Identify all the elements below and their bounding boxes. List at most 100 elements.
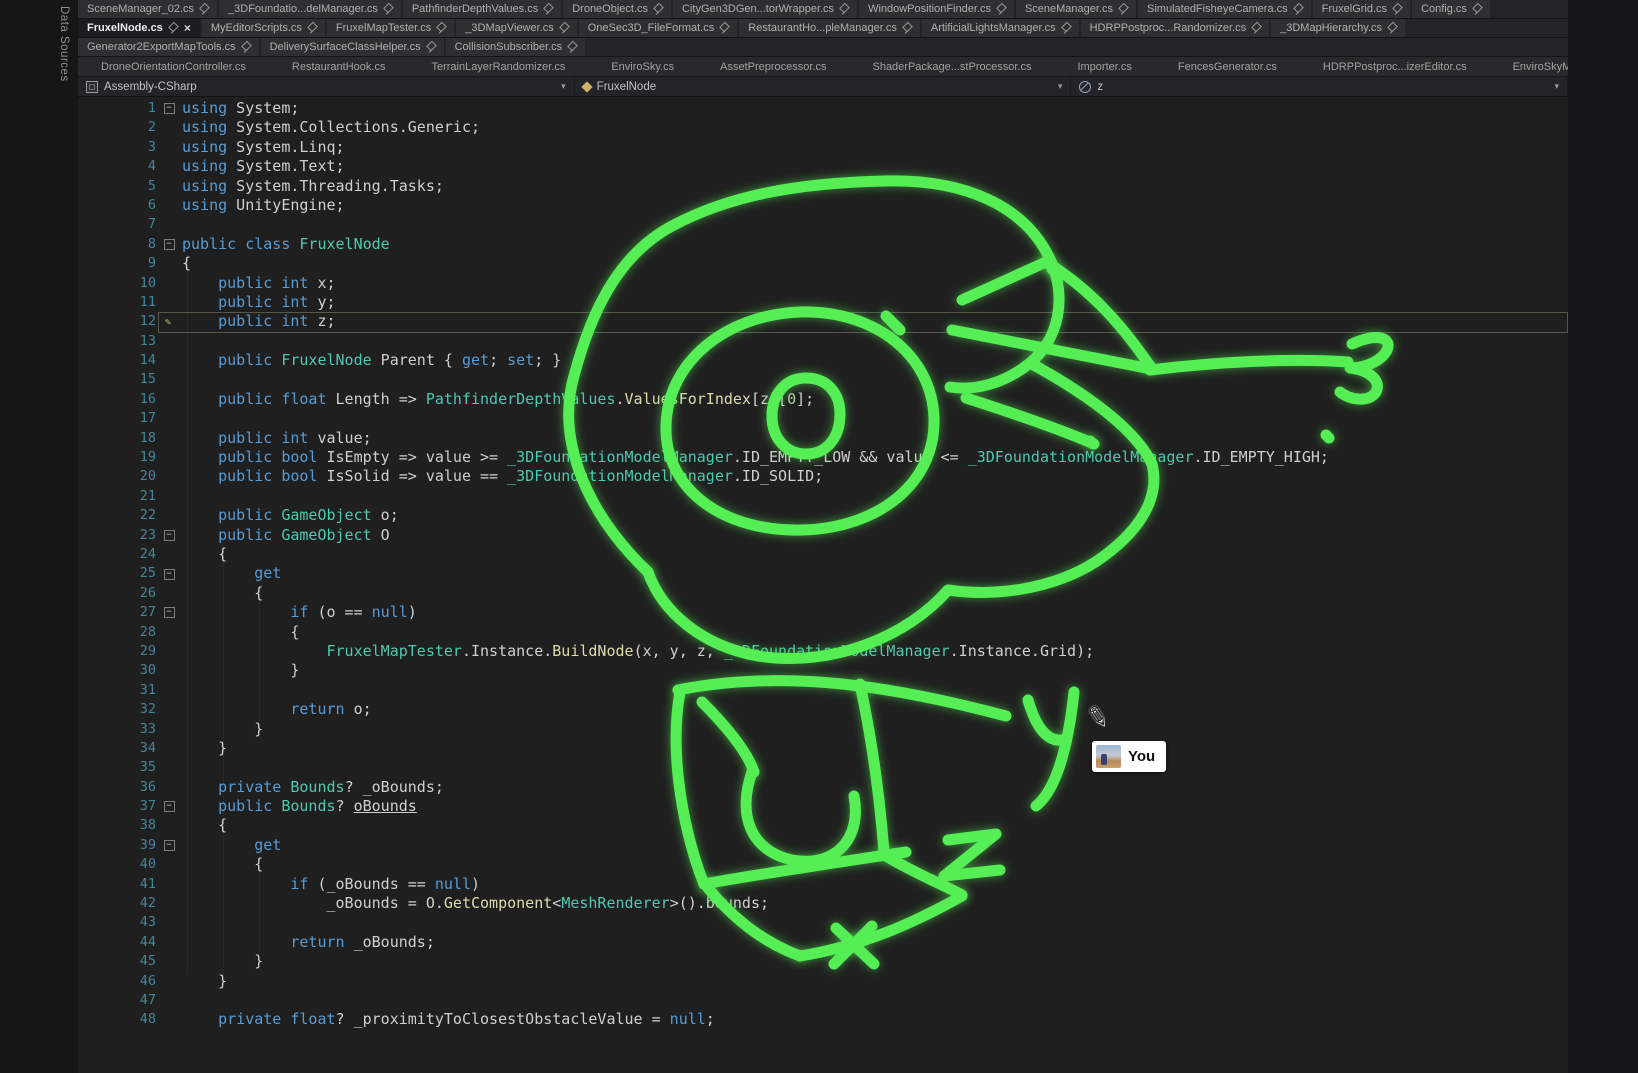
pin-icon[interactable]	[559, 23, 568, 34]
close-icon[interactable]: ×	[184, 21, 191, 35]
breakpoint-margin[interactable]	[78, 933, 112, 952]
file-tab-droneorientationcontroller-cs[interactable]: DroneOrientationController.cs	[78, 61, 269, 73]
breakpoint-margin[interactable]	[78, 855, 112, 874]
project-dropdown[interactable]: Assembly-CSharp ▾	[78, 77, 575, 96]
pin-icon[interactable]	[1293, 4, 1302, 15]
file-tab-assetpreprocessor-cs[interactable]: AssetPreprocessor.cs	[697, 61, 849, 73]
breakpoint-margin[interactable]	[78, 409, 112, 428]
tab-artificiallightsmanager-cs[interactable]: ArtificialLightsManager.cs	[922, 19, 1079, 37]
data-sources-tab[interactable]: Data Sources	[58, 6, 70, 82]
breakpoint-margin[interactable]	[78, 739, 112, 758]
pin-icon[interactable]	[996, 4, 1005, 15]
breakpoint-margin[interactable]	[78, 448, 112, 467]
tab-simulatedfisheyecamera-cs[interactable]: SimulatedFisheyeCamera.cs	[1138, 0, 1311, 18]
breakpoint-margin[interactable]	[78, 1010, 112, 1029]
breakpoint-margin[interactable]	[78, 293, 112, 312]
tab-generator2exportmaptools-cs[interactable]: Generator2ExportMapTools.cs	[78, 38, 259, 56]
breakpoint-margin[interactable]	[78, 952, 112, 971]
breakpoint-margin[interactable]	[78, 681, 112, 700]
tab-fruxelmaptester-cs[interactable]: FruxelMapTester.cs	[327, 19, 454, 37]
tab-3dfoundatio-delmanager-cs[interactable]: _3DFoundatio...delManager.cs	[219, 0, 401, 18]
breakpoint-margin[interactable]	[78, 235, 112, 254]
code-editor[interactable]: 1−using System;2using System.Collections…	[78, 97, 1568, 1073]
file-tab-importer-cs[interactable]: Importer.cs	[1054, 61, 1154, 73]
pin-icon[interactable]	[1387, 23, 1396, 34]
tab-onesec3d-fileformat-cs[interactable]: OneSec3D_FileFormat.cs	[579, 19, 738, 37]
fold-collapse-icon[interactable]: −	[164, 530, 175, 541]
tab-citygen3dgen-torwrapper-cs[interactable]: CityGen3DGen...torWrapper.cs	[673, 0, 857, 18]
tab-myeditorscripts-cs[interactable]: MyEditorScripts.cs	[202, 19, 325, 37]
pin-icon[interactable]	[383, 4, 392, 15]
tab-pathfinderdepthvalues-cs[interactable]: PathfinderDepthValues.cs	[403, 0, 561, 18]
pin-icon[interactable]	[426, 42, 435, 53]
pin-icon[interactable]	[1472, 4, 1481, 15]
breakpoint-margin[interactable]	[78, 312, 112, 331]
breakpoint-margin[interactable]	[78, 332, 112, 351]
pin-icon[interactable]	[1118, 4, 1127, 15]
file-tab-envirosky-cs[interactable]: EnviroSky.cs	[588, 61, 697, 73]
breakpoint-margin[interactable]	[78, 816, 112, 835]
member-dropdown[interactable]: z ▾	[1071, 77, 1568, 96]
pin-icon[interactable]	[1061, 23, 1070, 34]
breakpoint-margin[interactable]	[78, 177, 112, 196]
file-tab-fencesgenerator-cs[interactable]: FencesGenerator.cs	[1155, 61, 1300, 73]
pin-icon[interactable]	[719, 23, 728, 34]
file-tab-enviroskymgr-cs[interactable]: EnviroSkyMgr.cs	[1490, 61, 1568, 73]
pin-icon[interactable]	[168, 23, 177, 34]
fold-collapse-icon[interactable]: −	[164, 569, 175, 580]
breakpoint-margin[interactable]	[78, 254, 112, 273]
fold-collapse-icon[interactable]: −	[164, 103, 175, 114]
breakpoint-margin[interactable]	[78, 603, 112, 622]
breakpoint-margin[interactable]	[78, 584, 112, 603]
breakpoint-margin[interactable]	[78, 487, 112, 506]
breakpoint-margin[interactable]	[78, 642, 112, 661]
file-tab-restauranthook-cs[interactable]: RestaurantHook.cs	[269, 61, 409, 73]
tab-fruxelnode-cs[interactable]: FruxelNode.cs×	[78, 19, 200, 37]
file-tab-hdrppostproc-izereditor-cs[interactable]: HDRPPostproc...izerEditor.cs	[1300, 61, 1490, 73]
pin-icon[interactable]	[543, 4, 552, 15]
breakpoint-margin[interactable]	[78, 506, 112, 525]
pin-icon[interactable]	[436, 23, 445, 34]
tab-scenemanager-02-cs[interactable]: SceneManager_02.cs	[78, 0, 217, 18]
breakpoint-margin[interactable]	[78, 429, 112, 448]
pin-icon[interactable]	[241, 42, 250, 53]
breakpoint-margin[interactable]	[78, 700, 112, 719]
breakpoint-margin[interactable]	[78, 390, 112, 409]
pin-icon[interactable]	[1251, 23, 1260, 34]
breakpoint-margin[interactable]	[78, 157, 112, 176]
breakpoint-margin[interactable]	[78, 797, 112, 816]
tab-deliverysurfaceclasshelper-cs[interactable]: DeliverySurfaceClassHelper.cs	[261, 38, 444, 56]
tab-3dmaphierarchy-cs[interactable]: _3DMapHierarchy.cs	[1271, 19, 1405, 37]
tab-config-cs[interactable]: Config.cs	[1412, 0, 1490, 18]
file-tab-shaderpackage-stprocessor-cs[interactable]: ShaderPackage...stProcessor.cs	[849, 61, 1054, 73]
tab-windowpositionfinder-cs[interactable]: WindowPositionFinder.cs	[859, 0, 1014, 18]
breakpoint-margin[interactable]	[78, 99, 112, 118]
tab-restaurantho-plemanager-cs[interactable]: RestaurantHo...pleManager.cs	[739, 19, 920, 37]
breakpoint-margin[interactable]	[78, 467, 112, 486]
tab-scenemanager-cs[interactable]: SceneManager.cs	[1016, 0, 1136, 18]
pin-icon[interactable]	[307, 23, 316, 34]
breakpoint-margin[interactable]	[78, 661, 112, 680]
fold-collapse-icon[interactable]: −	[164, 607, 175, 618]
pin-icon[interactable]	[902, 23, 911, 34]
breakpoint-margin[interactable]	[78, 720, 112, 739]
pin-icon[interactable]	[1392, 4, 1401, 15]
breakpoint-margin[interactable]	[78, 875, 112, 894]
tab-fruxelgrid-cs[interactable]: FruxelGrid.cs	[1313, 0, 1410, 18]
fold-collapse-icon[interactable]: −	[164, 801, 175, 812]
breakpoint-margin[interactable]	[78, 138, 112, 157]
breakpoint-margin[interactable]	[78, 526, 112, 545]
file-tab-terrainlayerrandomizer-cs[interactable]: TerrainLayerRandomizer.cs	[408, 61, 588, 73]
pin-icon[interactable]	[199, 4, 208, 15]
breakpoint-margin[interactable]	[78, 196, 112, 215]
pin-icon[interactable]	[839, 4, 848, 15]
breakpoint-margin[interactable]	[78, 778, 112, 797]
breakpoint-margin[interactable]	[78, 991, 112, 1010]
type-dropdown[interactable]: FruxelNode ▾	[575, 77, 1072, 96]
breakpoint-margin[interactable]	[78, 351, 112, 370]
breakpoint-margin[interactable]	[78, 913, 112, 932]
breakpoint-margin[interactable]	[78, 836, 112, 855]
breakpoint-margin[interactable]	[78, 118, 112, 137]
pin-icon[interactable]	[567, 42, 576, 53]
tab-hdrppostproc-randomizer-cs[interactable]: HDRPPostproc...Randomizer.cs	[1081, 19, 1270, 37]
